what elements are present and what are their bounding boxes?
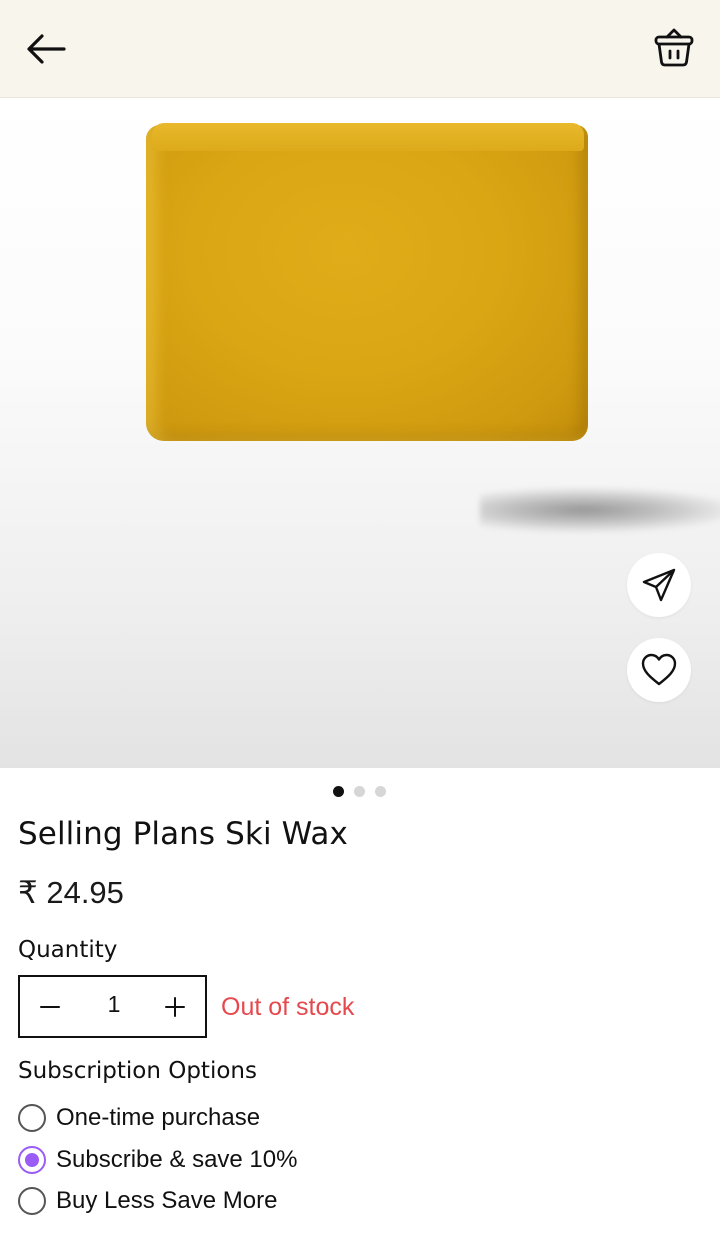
product-detail-screen: Selling Plans Ski Wax ₹ 24.95 Quantity 1… [0, 0, 720, 1260]
radio-buy-less-save-more[interactable] [18, 1187, 46, 1215]
minus-icon [40, 1006, 60, 1008]
carousel-dot[interactable] [354, 786, 365, 797]
option-one-time-purchase[interactable]: One-time purchase [18, 1102, 260, 1134]
back-button[interactable] [18, 22, 74, 76]
top-bar [0, 0, 720, 98]
basket-icon [654, 28, 694, 67]
option-label: Buy Less Save More [56, 1187, 278, 1214]
carousel-dot[interactable] [375, 786, 386, 797]
stock-status: Out of stock [221, 993, 355, 1021]
option-label: One-time purchase [56, 1104, 261, 1131]
carousel-dot-active[interactable] [333, 786, 344, 797]
send-icon [642, 568, 676, 602]
cart-button[interactable] [644, 20, 704, 76]
wishlist-button[interactable] [627, 638, 691, 702]
option-buy-less-save-more[interactable]: Buy Less Save More [18, 1185, 277, 1217]
subscription-options-label: Subscription Options [18, 1058, 257, 1084]
product-title: Selling Plans Ski Wax [18, 816, 348, 852]
radio-subscribe-save[interactable] [18, 1146, 46, 1174]
quantity-stepper: 1 [18, 975, 207, 1038]
product-image [146, 125, 588, 441]
option-subscribe-save[interactable]: Subscribe & save 10% [18, 1144, 297, 1176]
option-label: Subscribe & save 10% [56, 1146, 298, 1173]
radio-one-time-purchase[interactable] [18, 1104, 46, 1132]
plus-icon [165, 997, 185, 1017]
quantity-label: Quantity [18, 937, 118, 963]
decrement-button[interactable] [32, 989, 68, 1025]
product-price: ₹ 24.95 [18, 875, 124, 910]
product-image-carousel[interactable] [0, 99, 720, 768]
product-shadow [480, 487, 720, 533]
quantity-value[interactable]: 1 [90, 991, 138, 1018]
carousel-pagination [0, 786, 720, 798]
radio-selected-dot [25, 1153, 39, 1167]
heart-icon [641, 653, 677, 686]
arrow-left-icon [27, 34, 66, 64]
share-button[interactable] [627, 553, 691, 617]
increment-button[interactable] [157, 989, 193, 1025]
product-image-top [152, 123, 584, 151]
